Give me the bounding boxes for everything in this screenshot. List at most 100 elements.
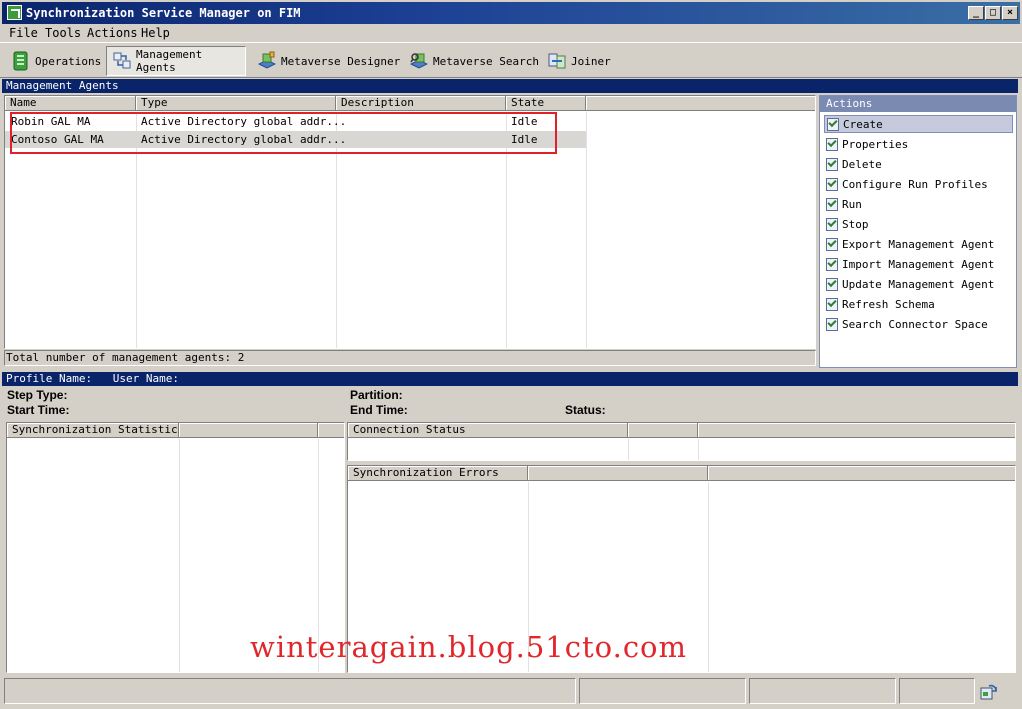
action-run[interactable]: Run [824, 195, 1013, 213]
red-highlight-box [10, 112, 557, 154]
action-label: Run [842, 197, 862, 211]
management-agents-icon [113, 51, 131, 71]
action-label: Create [843, 117, 883, 131]
sync-app-icon [7, 5, 22, 20]
checklist-icon [826, 277, 838, 291]
minimize-button[interactable]: _ [968, 6, 984, 20]
operations-label: Operations [35, 54, 102, 68]
action-configure-run-profiles[interactable]: Configure Run Profiles [824, 175, 1013, 193]
action-label: Refresh Schema [842, 297, 935, 311]
metaverse-search-label: Metaverse Search [433, 54, 539, 68]
column-header-name[interactable]: Name [5, 96, 136, 111]
grid-line [708, 482, 709, 672]
grid-line [586, 112, 587, 348]
checklist-icon [826, 297, 838, 311]
sync-status-icon[interactable] [980, 683, 998, 701]
watermark-text: winteragain.blog.51cto.com [250, 630, 688, 664]
metaverse-designer-icon [257, 51, 277, 71]
actions-header: Actions [820, 96, 1016, 112]
grid-line [628, 439, 629, 460]
status-bar-pane-1 [4, 678, 576, 704]
connection-status-header[interactable]: Connection Status [348, 423, 628, 438]
action-stop[interactable]: Stop [824, 215, 1013, 233]
column-header-state[interactable]: State [506, 96, 586, 111]
grid-line [698, 439, 699, 460]
management-agents-grid[interactable]: Name Type Description State Robin GAL MA… [4, 95, 816, 349]
user-name-label: User Name: [112, 372, 179, 385]
sync-errors-header[interactable]: Synchronization Errors [348, 466, 528, 481]
sync-errors-col-2[interactable] [528, 466, 708, 481]
action-label: Update Management Agent [842, 277, 995, 291]
sync-errors-col-3[interactable] [708, 466, 1015, 481]
action-properties[interactable]: Properties [824, 135, 1013, 153]
checklist-icon [826, 217, 838, 231]
action-label: Delete [842, 157, 882, 171]
profile-bar: Profile Name: User Name: [2, 372, 1018, 386]
action-create[interactable]: Create [824, 115, 1013, 133]
action-update-management-agent[interactable]: Update Management Agent [824, 275, 1013, 293]
checklist-icon [826, 197, 838, 211]
profile-name-label: Profile Name: [6, 372, 93, 385]
metaverse-search-icon [409, 51, 429, 71]
operations-button[interactable]: Operations [6, 46, 107, 76]
sync-stats-col-3[interactable] [318, 423, 344, 438]
status-label: Status: [565, 403, 606, 417]
management-agents-button[interactable]: Management Agents [106, 46, 246, 76]
action-label: Configure Run Profiles [842, 177, 988, 191]
connection-status-col-2[interactable] [628, 423, 698, 438]
metaverse-designer-label: Metaverse Designer [281, 54, 401, 68]
partition-label: Partition: [350, 388, 403, 402]
menu-file[interactable]: File [9, 26, 38, 40]
checklist-icon [826, 137, 838, 151]
checklist-icon [826, 257, 838, 271]
checklist-icon [826, 157, 838, 171]
end-time-label: End Time: [350, 403, 408, 417]
step-type-label: Step Type: [7, 388, 68, 402]
maximize-button[interactable]: □ [985, 6, 1001, 20]
sync-stats-col-2[interactable] [179, 423, 318, 438]
status-bar-pane-3 [749, 678, 896, 704]
checklist-icon [826, 317, 838, 331]
menu-bar: File Tools Actions Help [0, 24, 1022, 42]
start-time-label: Start Time: [7, 403, 70, 417]
joiner-button[interactable]: Joiner [542, 46, 617, 76]
joiner-icon [548, 51, 566, 71]
action-label: Import Management Agent [842, 257, 995, 271]
action-export-management-agent[interactable]: Export Management Agent [824, 235, 1013, 253]
metaverse-search-button[interactable]: Metaverse Search [404, 46, 545, 76]
action-delete[interactable]: Delete [824, 155, 1013, 173]
close-button[interactable]: × [1002, 6, 1018, 20]
window-title: Synchronization Service Manager on FIM [26, 6, 301, 20]
action-label: Export Management Agent [842, 237, 995, 251]
checklist-icon [827, 117, 839, 131]
toolbar: Operations Management Agents Metaverse D… [0, 42, 1022, 78]
menu-actions[interactable]: Actions [87, 26, 138, 40]
joiner-label: Joiner [571, 54, 611, 68]
operations-icon [12, 51, 30, 71]
title-bar[interactable]: Synchronization Service Manager on FIM _… [0, 0, 1022, 24]
column-header-type[interactable]: Type [136, 96, 336, 111]
action-label: Stop [842, 217, 869, 231]
checklist-icon [826, 237, 838, 251]
checklist-icon [826, 177, 838, 191]
column-header-filler [586, 96, 815, 111]
action-import-management-agent[interactable]: Import Management Agent [824, 255, 1013, 273]
action-label: Properties [842, 137, 909, 151]
column-header-description[interactable]: Description [336, 96, 506, 111]
connection-status-grid[interactable]: Connection Status [347, 422, 1016, 461]
menu-help[interactable]: Help [141, 26, 170, 40]
management-agents-label: Management Agents [136, 48, 203, 74]
actions-pane: Actions Create Properties Delete Configu… [819, 95, 1017, 368]
connection-status-col-3[interactable] [698, 423, 1015, 438]
menu-tools[interactable]: Tools [45, 26, 81, 40]
metaverse-designer-button[interactable]: Metaverse Designer [252, 46, 406, 76]
sync-stats-header[interactable]: Synchronization Statistics [7, 423, 184, 438]
grid-line [179, 439, 180, 672]
action-refresh-schema[interactable]: Refresh Schema [824, 295, 1013, 313]
action-search-connector-space[interactable]: Search Connector Space [824, 315, 1013, 333]
total-agents-status: Total number of management agents: 2 [4, 350, 816, 366]
status-bar-pane-4 [899, 678, 975, 704]
action-label: Search Connector Space [842, 317, 988, 331]
management-agents-header: Management Agents [2, 79, 1018, 93]
status-bar-pane-2 [579, 678, 746, 704]
